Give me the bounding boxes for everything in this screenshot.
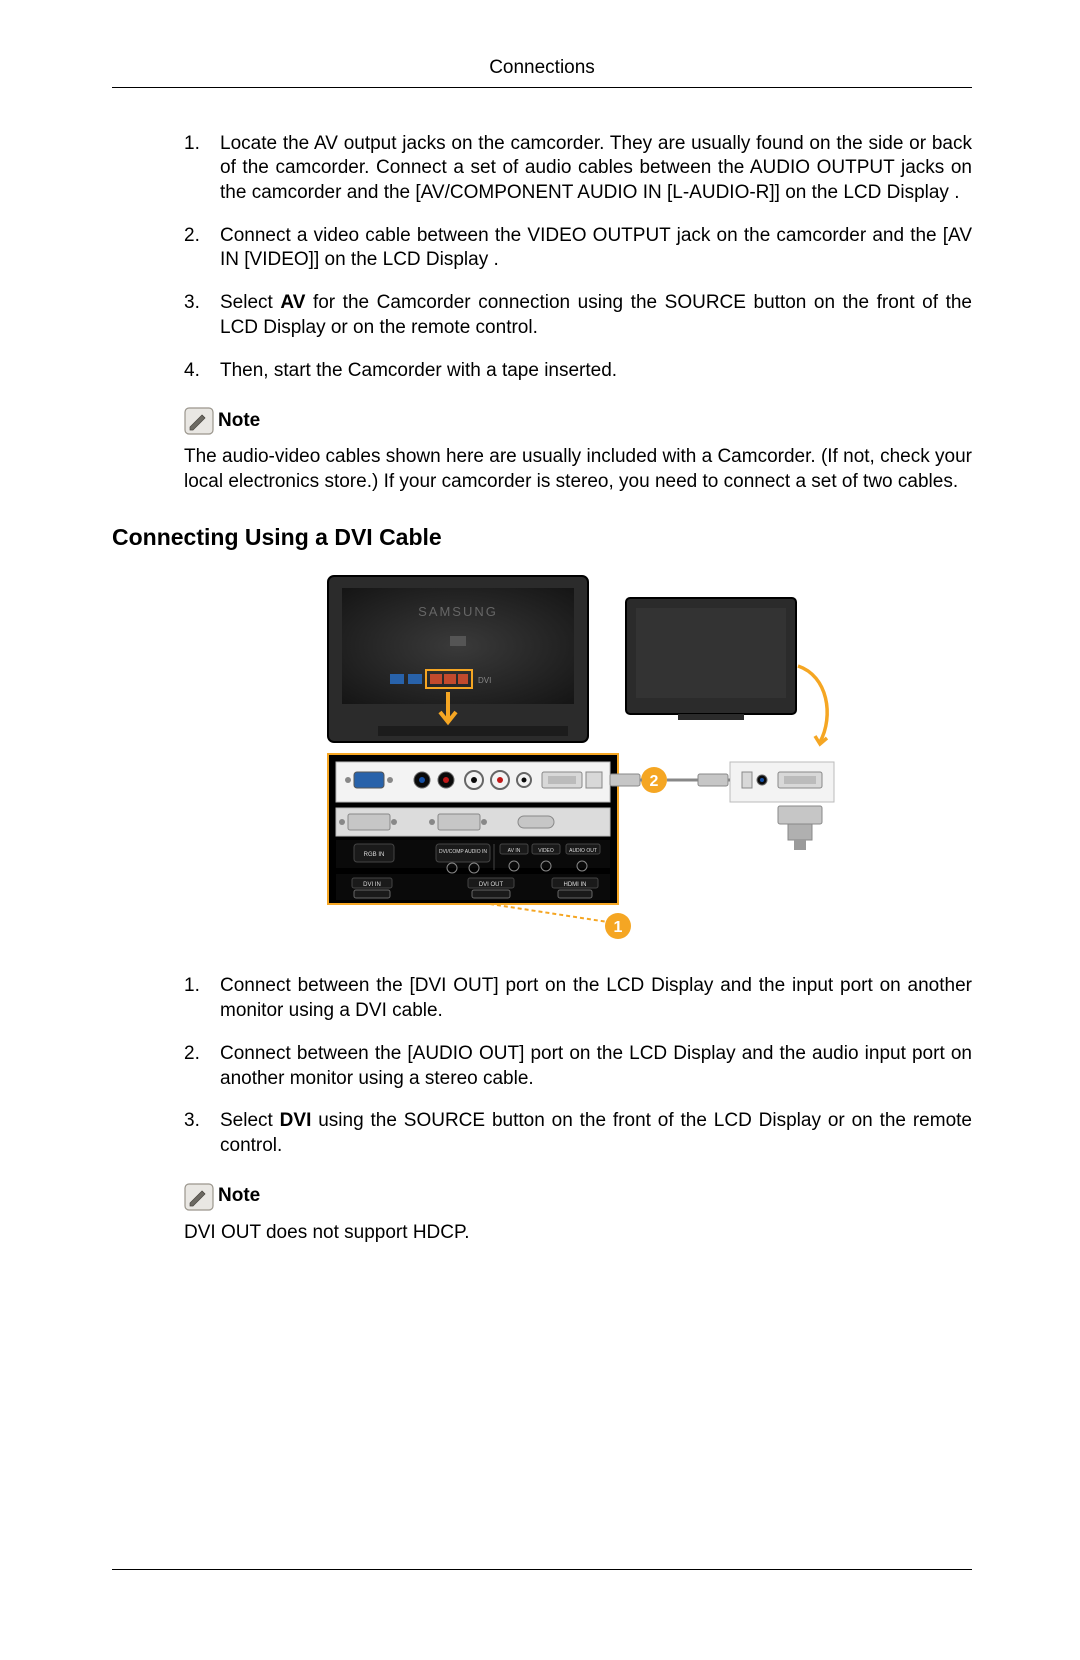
- step-text: Connect a video cable between the VIDEO …: [220, 224, 972, 273]
- step-number: 4.: [184, 359, 220, 384]
- note-label: Note: [218, 409, 260, 434]
- step-text-after: for the Camcorder connection using the S…: [220, 292, 972, 338]
- step-number: 2.: [184, 224, 220, 273]
- svg-text:VIDEO: VIDEO: [538, 848, 554, 854]
- step-text: Select DVI using the SOURCE button on th…: [220, 1109, 972, 1158]
- step-text: Connect between the [DVI OUT] port on th…: [220, 974, 972, 1023]
- step-text: Connect between the [AUDIO OUT] port on …: [220, 1042, 972, 1091]
- step-number: 2.: [184, 1042, 220, 1091]
- svg-text:RGB IN: RGB IN: [364, 852, 385, 858]
- step-text-bold: AV: [280, 292, 305, 313]
- dvi-connection-diagram: SAMSUNG DVI: [184, 566, 972, 946]
- svg-text:DVI: DVI: [478, 676, 491, 685]
- content-area: 1. Locate the AV output jacks on the cam…: [112, 132, 972, 1246]
- note-text: DVI OUT does not support HDCP.: [184, 1221, 972, 1246]
- footer-divider: [112, 1569, 972, 1570]
- list-item: 2. Connect a video cable between the VID…: [184, 224, 972, 273]
- document-page: Connections 1. Locate the AV output jack…: [0, 0, 1080, 1660]
- step-text-after: using the SOURCE button on the front of …: [220, 1110, 972, 1156]
- callout-1: 1: [614, 919, 623, 936]
- svg-text:HDMI IN: HDMI IN: [564, 882, 587, 888]
- list-item: 1. Connect between the [DVI OUT] port on…: [184, 974, 972, 1023]
- pencil-note-icon: [184, 407, 214, 435]
- step-number: 3.: [184, 291, 220, 340]
- svg-text:DVI/COMP AUDIO IN: DVI/COMP AUDIO IN: [439, 849, 487, 855]
- pencil-note-icon: [184, 1183, 214, 1211]
- step-number: 1.: [184, 974, 220, 1023]
- step-text: Locate the AV output jacks on the camcor…: [220, 132, 972, 206]
- list-item: 2. Connect between the [AUDIO OUT] port …: [184, 1042, 972, 1091]
- step-number: 3.: [184, 1109, 220, 1158]
- step-number: 1.: [184, 132, 220, 206]
- svg-text:DVI OUT: DVI OUT: [479, 882, 504, 888]
- list-item: 3. Select DVI using the SOURCE button on…: [184, 1109, 972, 1158]
- list-item: 4. Then, start the Camcorder with a tape…: [184, 359, 972, 384]
- step-text: Select AV for the Camcorder connection u…: [220, 291, 972, 340]
- step-text-bold: DVI: [280, 1110, 312, 1131]
- bottom-whitespace: [112, 1269, 972, 1529]
- page-header-title: Connections: [112, 56, 972, 81]
- list-item: 3. Select AV for the Camcorder connectio…: [184, 291, 972, 340]
- svg-text:AV IN: AV IN: [508, 848, 521, 854]
- step-text-before: Select: [220, 292, 280, 313]
- svg-text:DVI IN: DVI IN: [363, 882, 381, 888]
- callout-2: 2: [650, 773, 659, 790]
- note-heading-row: Note: [184, 407, 972, 435]
- camcorder-steps-list: 1. Locate the AV output jacks on the cam…: [184, 132, 972, 384]
- dvi-steps-list: 1. Connect between the [DVI OUT] port on…: [184, 974, 972, 1158]
- section-heading-dvi: Connecting Using a DVI Cable: [112, 523, 972, 553]
- note-label: Note: [218, 1184, 260, 1209]
- note-heading-row: Note: [184, 1183, 972, 1211]
- note-text: The audio-video cables shown here are us…: [184, 445, 972, 494]
- list-item: 1. Locate the AV output jacks on the cam…: [184, 132, 972, 206]
- step-text: Then, start the Camcorder with a tape in…: [220, 359, 972, 384]
- header-divider: [112, 87, 972, 88]
- svg-text:AUDIO OUT: AUDIO OUT: [569, 848, 597, 854]
- brand-text: SAMSUNG: [418, 604, 498, 619]
- step-text-before: Select: [220, 1110, 280, 1131]
